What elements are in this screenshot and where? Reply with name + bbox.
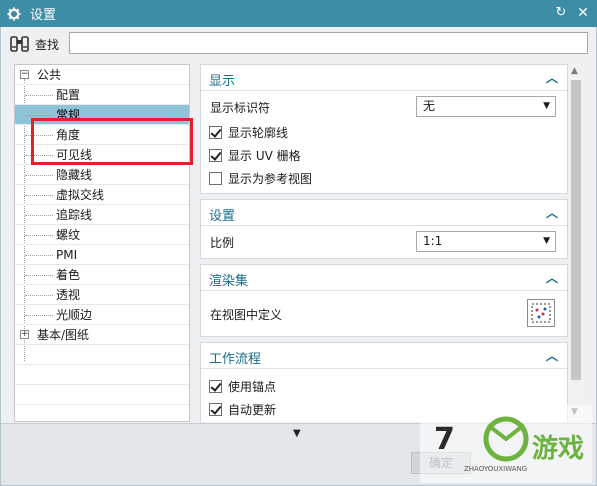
site-watermark-logo: 7 游戏 ZHAOYOUXIWANG [420, 405, 592, 483]
binoculars-icon[interactable] [9, 34, 31, 54]
chevron-down-icon: ▼ [543, 101, 550, 111]
tree-item-virtual-intersection[interactable]: 虚拟交线 [15, 185, 189, 205]
check-use-anchor[interactable]: 使用锚点 [209, 377, 276, 395]
close-icon[interactable]: ✕ [575, 5, 591, 21]
tree-item-trace-lines[interactable]: 追踪线 [15, 205, 189, 225]
check-auto-update[interactable]: 自动更新 [209, 400, 276, 418]
tree-item-base-drawing[interactable]: + 基本/图纸 [15, 325, 189, 345]
section-title: 工作流程 [209, 352, 262, 367]
collapse-caret-icon[interactable]: ︿ [546, 347, 558, 363]
search-row: 查找 [9, 33, 59, 55]
section-header[interactable]: 设置 ︿ [201, 200, 567, 226]
check-label: 显示为参考视图 [228, 171, 313, 186]
tree-connector [25, 255, 53, 256]
gear-icon [7, 7, 21, 20]
checkbox[interactable] [209, 148, 222, 162]
tree-item-shading[interactable]: 着色 [15, 265, 189, 285]
collapse-caret-icon[interactable]: ︿ [546, 269, 558, 285]
tree-item-label: 螺纹 [56, 228, 81, 242]
highlight-annotation [31, 118, 193, 165]
show-marker-label: 显示标识符 [210, 101, 271, 115]
section-header[interactable]: 工作流程 ︿ [201, 343, 567, 369]
tree-item-label: PMI [56, 248, 78, 262]
collapse-caret-icon[interactable]: ︿ [546, 204, 558, 220]
expand-icon[interactable]: + [20, 330, 29, 339]
tree-item-label: 透视 [56, 288, 81, 302]
watermark-sub: ZHAOYOUXIWANG [464, 465, 527, 473]
tree-item-label: 公共 [37, 68, 62, 82]
title-bar: 设置 ↻ ✕ [0, 0, 597, 27]
tree-connector [25, 235, 53, 236]
tree-connector [25, 175, 53, 176]
check-label: 显示 UV 栅格 [228, 148, 301, 163]
tree-empty-row [15, 385, 189, 405]
section-header[interactable]: 渲染集 ︿ [201, 265, 567, 291]
search-label: 查找 [35, 37, 60, 52]
svg-text:7: 7 [434, 422, 455, 457]
window-title: 设置 [30, 8, 57, 23]
select-region-icon [531, 303, 551, 323]
check-show-as-reference[interactable]: 显示为参考视图 [209, 169, 312, 187]
more-down-icon[interactable]: ▼ [293, 428, 301, 439]
properties-panel: 显示 ︿ 显示标识符 无 ▼ 显示轮廓线 显示 UV 栅格 显示为参考视图 设置… [200, 64, 568, 422]
tree-connector [25, 295, 53, 296]
tree-item-perspective[interactable]: 透视 [15, 285, 189, 305]
tree-item-label: 配置 [56, 88, 81, 102]
tree-item-label: 着色 [56, 268, 81, 282]
section-display: 显示 ︿ 显示标识符 无 ▼ 显示轮廓线 显示 UV 栅格 显示为参考视图 [200, 64, 568, 194]
define-in-view-label: 在视图中定义 [210, 308, 283, 322]
chevron-down-icon: ▼ [543, 236, 550, 246]
checkbox[interactable] [209, 171, 222, 185]
checkbox[interactable] [209, 379, 222, 393]
tree-item-smooth-edges[interactable]: 光顺边 [15, 305, 189, 325]
collapse-caret-icon[interactable]: ︿ [546, 69, 558, 85]
tree-connector [25, 315, 53, 316]
check-label: 使用锚点 [228, 379, 277, 394]
show-marker-select[interactable]: 无 ▼ [416, 96, 556, 117]
section-header[interactable]: 显示 ︿ [201, 65, 567, 91]
tree-empty-row [15, 365, 189, 385]
scale-select[interactable]: 1:1 ▼ [416, 231, 556, 252]
scale-label: 比例 [210, 236, 235, 250]
section-title: 设置 [209, 209, 236, 224]
check-label: 显示轮廓线 [228, 125, 289, 140]
tree-connector [25, 275, 53, 276]
check-show-uv-grid[interactable]: 显示 UV 栅格 [209, 146, 301, 164]
tree-item-thread[interactable]: 螺纹 [15, 225, 189, 245]
tree-item-common[interactable]: − 公共 [15, 65, 189, 85]
section-title: 显示 [209, 74, 236, 89]
collapse-icon[interactable]: − [20, 70, 29, 79]
select-value: 无 [423, 99, 436, 113]
tree-item-label: 隐藏线 [56, 168, 93, 182]
tree-connector [25, 215, 53, 216]
check-label: 自动更新 [228, 402, 277, 417]
tree-connector [25, 195, 53, 196]
vertical-scrollbar[interactable]: ▲ ▼ [568, 64, 584, 422]
checkbox[interactable] [209, 402, 222, 416]
select-value: 1:1 [423, 234, 443, 248]
watermark-text: 游戏 [532, 434, 584, 464]
tree-item-label: 光顺边 [56, 308, 93, 322]
tree-empty-row [15, 345, 189, 365]
tree-item-config[interactable]: 配置 [15, 85, 189, 105]
tree-item-pmi[interactable]: PMI [15, 245, 189, 265]
tree-item-label: 虚拟交线 [56, 188, 105, 202]
section-settings: 设置 ︿ 比例 1:1 ▼ [200, 199, 568, 259]
tree-item-label: 追踪线 [56, 208, 93, 222]
section-title: 渲染集 [209, 274, 249, 289]
tree-connector [25, 95, 53, 96]
section-render-set: 渲染集 ︿ 在视图中定义 [200, 264, 568, 337]
tree-item-hidden-lines[interactable]: 隐藏线 [15, 165, 189, 185]
scroll-up-icon[interactable]: ▲ [571, 66, 578, 76]
checkbox[interactable] [209, 125, 222, 139]
reset-icon[interactable]: ↻ [553, 5, 569, 21]
scroll-thumb[interactable] [571, 80, 581, 380]
define-in-view-button[interactable] [527, 299, 555, 327]
check-show-contour[interactable]: 显示轮廓线 [209, 123, 288, 141]
search-input[interactable] [69, 32, 588, 54]
tree-item-label: 基本/图纸 [37, 328, 90, 342]
tree-connector [25, 115, 53, 116]
